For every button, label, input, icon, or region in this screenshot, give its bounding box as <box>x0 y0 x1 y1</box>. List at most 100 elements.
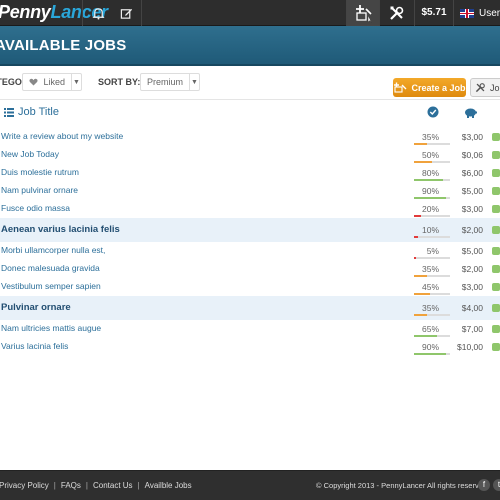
job-title-link[interactable]: Fusce odio massa <box>1 203 70 213</box>
list-icon <box>4 107 14 117</box>
success-rate-bar <box>414 179 450 181</box>
table-header: Job Title <box>0 100 500 126</box>
job-title-link[interactable]: Write a review about my website <box>1 131 123 141</box>
sort-label: SORT BY: <box>98 77 141 87</box>
table-row[interactable]: Pulvinar ornare 35% $4,00 <box>0 296 500 320</box>
job-price: $5,00 <box>461 246 483 256</box>
success-rate-column-icon[interactable] <box>427 105 439 123</box>
tag-icon[interactable] <box>492 265 500 273</box>
footer: Privacy Policy | FAQs | Contact Us | Availble … <box>0 470 500 500</box>
table-row[interactable]: Duis molestie rutrum 80% $6,00 <box>0 164 500 182</box>
footer-link[interactable]: FAQs <box>61 481 81 490</box>
table-row[interactable]: Varius lacinia felis 90% $10,00 <box>0 338 500 356</box>
success-rate-bar <box>414 353 450 355</box>
table-row[interactable]: Nam ultricies mattis augue 65% $7,00 <box>0 320 500 338</box>
tag-icon[interactable] <box>492 343 500 351</box>
success-rate-bar <box>414 143 450 145</box>
job-title-link[interactable]: Varius lacinia felis <box>1 341 68 351</box>
tag-icon[interactable] <box>492 247 500 255</box>
success-rate-fill <box>414 197 447 199</box>
divider <box>414 0 415 26</box>
success-rate-fill <box>414 236 418 238</box>
success-rate-fill <box>414 161 432 163</box>
create-job-icon[interactable] <box>347 0 379 26</box>
table-row[interactable]: Nam pulvinar ornare 90% $5,00 <box>0 182 500 200</box>
success-rate-bar <box>414 275 450 277</box>
user-menu[interactable]: User <box>460 0 500 26</box>
job-title-link[interactable]: Pulvinar ornare <box>1 302 71 313</box>
tag-icon[interactable] <box>492 187 500 195</box>
chevron-down-icon: ▼ <box>71 74 81 90</box>
top-navbar: PennyLancer $5.71 User <box>0 0 500 26</box>
table-row[interactable]: Fusce odio massa 20% $3,00 <box>0 200 500 218</box>
success-rate-fill <box>414 143 427 145</box>
bell-icon[interactable] <box>84 0 112 26</box>
success-rate: 20% <box>421 204 439 214</box>
filter-bar: CATEGORY: Liked ▼ SORT BY: Premium ▼ Cre… <box>0 71 500 97</box>
table-row[interactable]: Vestibulum semper sapien 45% $3,00 <box>0 278 500 296</box>
footer-link[interactable]: Contact Us <box>93 481 133 490</box>
footer-separator: | <box>85 481 88 490</box>
success-rate: 90% <box>421 186 439 196</box>
success-rate: 90% <box>421 342 439 352</box>
uk-flag-icon <box>460 8 474 18</box>
success-rate: 35% <box>421 264 439 274</box>
tag-icon[interactable] <box>492 169 500 177</box>
footer-separator: | <box>53 481 56 490</box>
success-rate-fill <box>414 353 447 355</box>
tag-icon[interactable] <box>492 226 500 234</box>
tag-icon[interactable] <box>492 304 500 312</box>
table-row[interactable]: Write a review about my website 35% $3,00 <box>0 128 500 146</box>
success-rate-bar <box>414 314 450 316</box>
user-name: User <box>479 7 500 19</box>
tag-icon[interactable] <box>492 325 500 333</box>
table-row[interactable]: Aenean varius lacinia felis 10% $2,00 <box>0 218 500 242</box>
footer-link[interactable]: Availble Jobs <box>145 481 192 490</box>
job-title-link[interactable]: Vestibulum semper sapien <box>1 281 101 291</box>
job-title-link[interactable]: Nam ultricies mattis augue <box>1 323 101 333</box>
twitter-icon[interactable]: t <box>493 479 500 491</box>
divider <box>379 0 380 26</box>
category-value: Liked <box>23 77 71 87</box>
job-price: $3,00 <box>461 132 483 142</box>
job-title-link[interactable]: Duis molestie rutrum <box>1 167 79 177</box>
tools-icon[interactable] <box>382 0 412 26</box>
chevron-down-icon: ▼ <box>189 74 199 90</box>
success-rate-bar <box>414 236 450 238</box>
success-rate: 35% <box>421 132 439 142</box>
tag-icon[interactable] <box>492 133 500 141</box>
sort-value: Premium <box>147 77 184 87</box>
tag-icon[interactable] <box>492 205 500 213</box>
job-price: $2,00 <box>461 225 483 235</box>
divider <box>82 0 83 26</box>
create-job-button[interactable]: Create a Job <box>393 78 466 97</box>
success-rate-bar <box>414 161 450 163</box>
tag-icon[interactable] <box>492 283 500 291</box>
success-rate-fill <box>414 257 416 259</box>
table-row[interactable]: New Job Today 50% $0,06 <box>0 146 500 164</box>
piggy-bank-column-icon[interactable] <box>464 105 477 123</box>
sort-select[interactable]: Premium ▼ <box>140 73 200 91</box>
facebook-icon[interactable]: f <box>478 479 490 491</box>
account-balance[interactable]: $5.71 <box>416 0 452 26</box>
tag-icon[interactable] <box>492 151 500 159</box>
job-title-link[interactable]: Morbi ullamcorper nulla est, <box>1 245 105 255</box>
job-title-link[interactable]: New Job Today <box>1 149 59 159</box>
job-title-link[interactable]: Aenean varius lacinia felis <box>1 224 120 235</box>
edit-icon[interactable] <box>112 0 140 26</box>
table-row[interactable]: Morbi ullamcorper nulla est, 5% $5,00 <box>0 242 500 260</box>
success-rate-bar <box>414 293 450 295</box>
footer-separator: | <box>137 481 140 490</box>
column-header-title[interactable]: Job Title <box>4 106 59 118</box>
job-price: $3,00 <box>461 204 483 214</box>
job-title-link[interactable]: Nam pulvinar ornare <box>1 185 78 195</box>
page-header: AVAILABLE JOBS <box>0 26 500 66</box>
job-title-link[interactable]: Donec malesuada gravida <box>1 263 100 273</box>
success-rate: 50% <box>421 150 439 160</box>
footer-link[interactable]: Privacy Policy <box>0 481 49 490</box>
table-row[interactable]: Donec malesuada gravida 35% $2,00 <box>0 260 500 278</box>
category-select[interactable]: Liked ▼ <box>22 73 82 91</box>
heart-icon <box>29 78 38 86</box>
success-rate: 10% <box>421 225 439 235</box>
my-jobs-button[interactable]: Jobs <box>470 78 500 97</box>
